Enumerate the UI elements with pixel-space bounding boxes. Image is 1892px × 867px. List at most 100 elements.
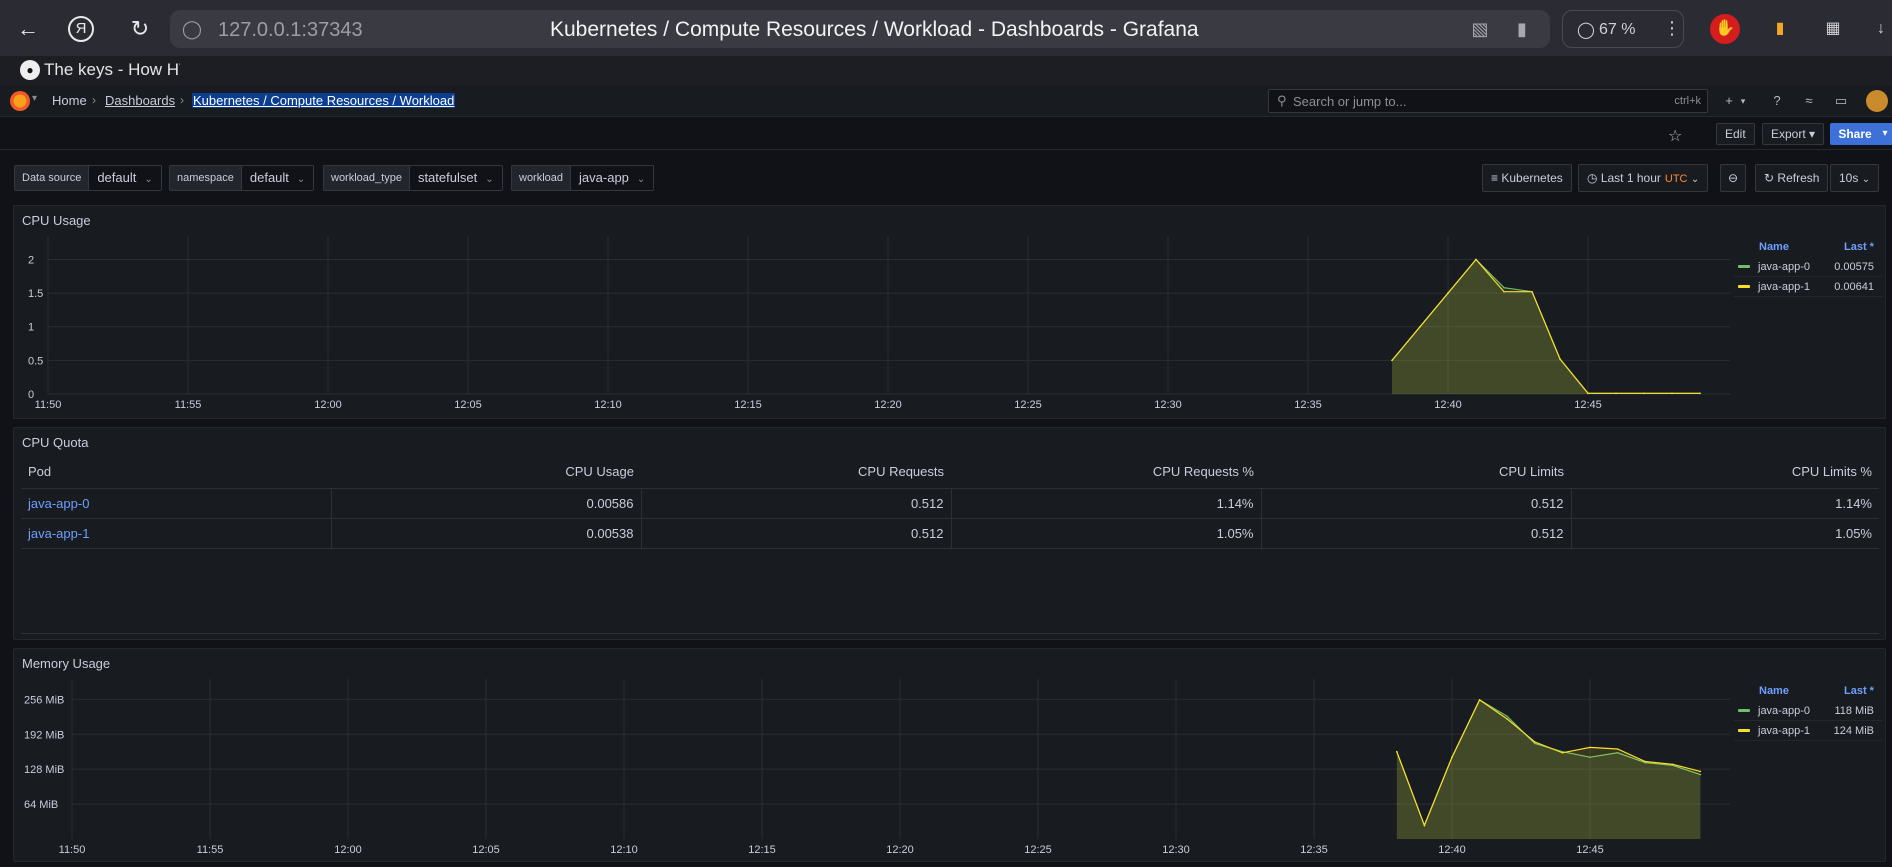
pod-link[interactable]: java-app-1 <box>21 518 332 549</box>
column-header[interactable]: CPU Limits % <box>1571 456 1879 489</box>
adblock-extension-icon[interactable]: ✋ <box>1710 14 1740 44</box>
table-footer-divider <box>21 633 1879 634</box>
variable-datasource[interactable]: Data source default ⌄ <box>14 165 162 191</box>
help-icon[interactable]: ? <box>1768 92 1786 110</box>
back-arrow-icon[interactable]: ← <box>12 13 44 45</box>
legend-series-last: 0.00575 <box>1834 261 1874 273</box>
address-bar[interactable]: ◯ 127.0.0.1:37343 Kubernetes / Compute R… <box>170 10 1550 48</box>
bookmark-icon[interactable]: ▮ <box>1510 17 1534 41</box>
legend-swatch <box>1738 709 1750 712</box>
legend-item[interactable]: java-app-0 118 MiB <box>1734 701 1882 721</box>
more-menu-icon[interactable]: ⋮ <box>1663 18 1681 39</box>
refresh-icon: ↻ <box>1764 171 1775 185</box>
legend-header-last[interactable]: Last * <box>1844 241 1874 253</box>
y-tick-label: 1 <box>28 322 34 334</box>
variable-workload-type[interactable]: workload_type statefulset ⌄ <box>323 165 503 191</box>
kiosk-icon[interactable]: ▭ <box>1832 92 1850 110</box>
legend-item[interactable]: java-app-1 0.00641 <box>1734 277 1882 297</box>
share-dropdown-icon[interactable]: ▾ <box>1878 123 1892 145</box>
edit-button[interactable]: Edit <box>1716 123 1755 145</box>
data-point <box>1506 715 1508 718</box>
legend-item[interactable]: java-app-1 124 MiB <box>1734 721 1882 741</box>
time-range-picker[interactable]: ◷ Last 1 hour UTC ⌄ <box>1578 164 1709 192</box>
dashboard-links-button[interactable]: ≡ Kubernetes <box>1482 164 1572 192</box>
variable-value[interactable]: java-app ⌄ <box>571 166 654 190</box>
breadcrumb-current[interactable]: Kubernetes / Compute Resources / Workloa… <box>192 93 456 108</box>
time-range-label: Last 1 hour <box>1600 171 1661 185</box>
data-point <box>1475 258 1477 261</box>
search-placeholder: Search or jump to... <box>1293 94 1407 109</box>
x-tick-label: 12:25 <box>1024 844 1052 856</box>
legend-series-last: 118 MiB <box>1834 705 1874 717</box>
variable-label: workload <box>512 166 572 190</box>
grafana-logo-icon[interactable] <box>10 91 30 111</box>
breadcrumb-dashboards[interactable]: Dashboards <box>105 93 175 108</box>
export-label: Export <box>1771 127 1806 141</box>
x-tick-label: 12:05 <box>472 844 500 856</box>
refresh-button[interactable]: ↻ Refresh <box>1755 164 1829 192</box>
bookmark-item[interactable]: The keys - How HT <box>44 60 180 80</box>
legend-header-last[interactable]: Last * <box>1844 685 1874 697</box>
dashboard-toolbar: ☆ Edit Export ▾ Share ▾ <box>0 118 1892 150</box>
variable-workload[interactable]: workload java-app ⌄ <box>511 165 655 191</box>
column-header[interactable]: CPU Requests <box>641 456 951 489</box>
translate-icon[interactable]: ▧ <box>1468 17 1492 41</box>
star-icon[interactable]: ☆ <box>1668 126 1682 146</box>
zoom-out-button[interactable]: ⊖ <box>1720 164 1746 192</box>
zoom-indicator[interactable]: ◯ 67 % ⋮ <box>1562 10 1684 48</box>
search-bar[interactable]: ⚲ Search or jump to... ctrl+k <box>1268 89 1708 113</box>
x-tick-label: 11:55 <box>197 844 224 856</box>
battery-extension-icon[interactable]: ▮ <box>1765 14 1795 44</box>
data-point <box>1587 392 1589 395</box>
column-header[interactable]: CPU Usage <box>331 456 641 489</box>
breadcrumb-home[interactable]: Home <box>52 93 87 108</box>
x-tick-label: 11:55 <box>175 399 202 411</box>
y-tick-label: 0 <box>28 389 34 401</box>
pod-link[interactable]: java-app-0 <box>21 488 332 519</box>
x-tick-label: 12:40 <box>1434 399 1462 411</box>
legend-header-name[interactable]: Name <box>1759 685 1789 697</box>
data-point <box>1672 763 1674 766</box>
data-point <box>1561 752 1564 754</box>
chevron-down-icon: ⌄ <box>485 174 494 185</box>
y-tick-label: 192 MiB <box>24 729 64 741</box>
table-cell: 1.05% <box>1571 518 1879 549</box>
share-button[interactable]: Share <box>1830 123 1880 145</box>
legend-header-name[interactable]: Name <box>1759 241 1789 253</box>
x-tick-label: 12:45 <box>1574 399 1602 411</box>
chevron-down-icon: ⌄ <box>636 174 646 185</box>
data-point <box>1671 392 1673 395</box>
lock-icon: ● <box>20 60 40 80</box>
chevron-down-icon: ⌄ <box>1690 174 1700 185</box>
variable-namespace[interactable]: namespace default ⌄ <box>169 165 315 191</box>
data-point <box>1589 746 1591 749</box>
variable-value[interactable]: statefulset ⌄ <box>409 166 502 190</box>
x-tick-label: 12:15 <box>748 844 776 856</box>
variable-value-text: default <box>249 170 289 185</box>
yandex-logo-icon[interactable]: Я <box>68 16 94 42</box>
refresh-label: Refresh <box>1777 171 1820 185</box>
news-feed-icon[interactable]: ≈ <box>1800 92 1818 110</box>
data-point <box>1643 392 1645 395</box>
reload-icon[interactable]: ↻ <box>124 13 156 45</box>
x-tick-label: 11:50 <box>59 844 86 856</box>
legend-item[interactable]: java-app-0 0.00575 <box>1734 257 1882 277</box>
variable-value[interactable]: default ⌄ <box>89 166 161 190</box>
export-button[interactable]: Export ▾ <box>1762 123 1825 145</box>
refresh-interval-picker[interactable]: 10s ⌄ <box>1830 164 1880 192</box>
user-avatar[interactable] <box>1866 90 1888 112</box>
url-host[interactable]: 127.0.0.1:37343 <box>218 19 363 42</box>
column-header[interactable]: Pod <box>21 456 331 489</box>
chevron-down-icon[interactable]: ▾ <box>32 93 37 104</box>
x-tick-label: 12:05 <box>454 399 482 411</box>
download-icon[interactable]: ↓ <box>1866 14 1892 44</box>
chevron-down-icon: ⌄ <box>1861 174 1871 185</box>
variable-value[interactable]: default ⌄ <box>241 166 314 190</box>
column-header[interactable]: CPU Limits <box>1261 456 1571 489</box>
column-header[interactable]: CPU Requests % <box>951 456 1261 489</box>
extensions-icon[interactable]: ▦ <box>1818 14 1848 44</box>
cpu-usage-chart: 11:50 11:55 12:00 12:05 12:10 12:15 12:20 12:25… <box>28 236 1730 411</box>
x-tick-label: 12:35 <box>1294 399 1322 411</box>
x-tick-label: 12:30 <box>1154 399 1182 411</box>
chevron-down-icon[interactable]: ▾ <box>1734 92 1752 110</box>
